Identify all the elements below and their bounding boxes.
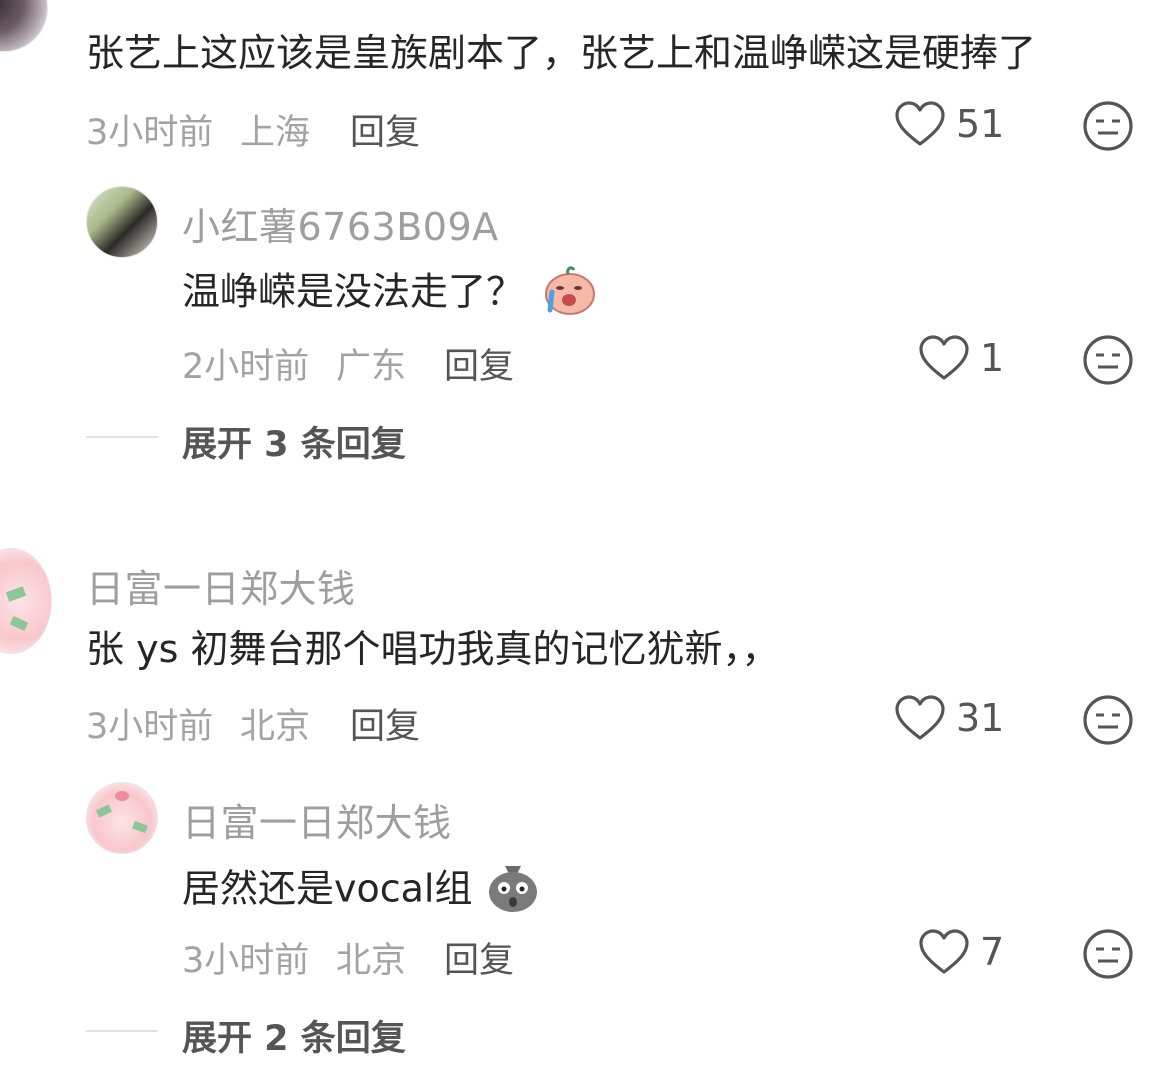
heart-outline-icon [919, 929, 969, 974]
comment-location: 上海 [240, 113, 311, 153]
meh-face-icon [1083, 101, 1133, 151]
comment-content: 张艺上这应该是皇族剧本了，张艺上和温峥嵘这是硬捧了 [86, 31, 1037, 75]
like-count: 31 [956, 696, 1005, 740]
meh-face-icon [1083, 695, 1133, 745]
like-button[interactable]: 31 [894, 694, 1004, 742]
avatar[interactable] [86, 782, 158, 854]
comment-time: 3小时前 [86, 707, 214, 747]
heart-outline-icon [919, 335, 969, 380]
like-count: 7 [980, 930, 1005, 974]
dislike-button[interactable] [1082, 334, 1134, 390]
reply-content: 温峥嵘是没法走了？ [182, 262, 598, 326]
comment-content: 张 ys 初舞台那个唱功我真的记忆犹新，， [86, 627, 780, 671]
meh-face-icon [1083, 929, 1133, 979]
reply-button[interactable]: 回复 [350, 104, 420, 155]
reply-time: 3小时前 [182, 941, 310, 981]
like-button[interactable]: 7 [918, 928, 1004, 976]
like-button[interactable]: 1 [918, 334, 1004, 382]
shocked-bag-emoji [485, 858, 541, 924]
avatar[interactable] [86, 186, 158, 258]
heart-outline-icon [895, 695, 945, 740]
reply-location: 广东 [336, 347, 407, 387]
comment-username[interactable]: 日富一日郑大钱 [86, 558, 356, 613]
reply-time: 2小时前 [182, 347, 310, 387]
divider [86, 436, 158, 438]
expand-replies-button[interactable]: 展开 3 条回复 [182, 416, 406, 467]
expand-replies-button[interactable]: 展开 2 条回复 [182, 1010, 406, 1061]
comment-time: 3小时前 [86, 113, 214, 153]
reply-button[interactable]: 回复 [444, 338, 514, 389]
dislike-button[interactable] [1082, 928, 1134, 984]
crying-face-emoji [542, 262, 598, 326]
reply-content: 居然还是vocal组 [182, 858, 541, 924]
like-button[interactable]: 51 [894, 100, 1004, 148]
like-count: 51 [956, 102, 1005, 146]
divider [86, 1030, 158, 1032]
reply-location: 北京 [336, 941, 407, 981]
dislike-button[interactable] [1082, 694, 1134, 750]
like-count: 1 [980, 336, 1005, 380]
heart-outline-icon [895, 101, 945, 146]
comment-location: 北京 [240, 707, 311, 747]
reply-button[interactable]: 回复 [350, 698, 420, 749]
reply-username[interactable]: 小红薯6763B09A [182, 196, 499, 251]
dislike-button[interactable] [1082, 100, 1134, 156]
avatar[interactable] [0, 548, 52, 654]
reply-button[interactable]: 回复 [444, 932, 514, 983]
avatar[interactable] [0, 0, 48, 52]
reply-username[interactable]: 日富一日郑大钱 [182, 792, 452, 847]
meh-face-icon [1083, 335, 1133, 385]
